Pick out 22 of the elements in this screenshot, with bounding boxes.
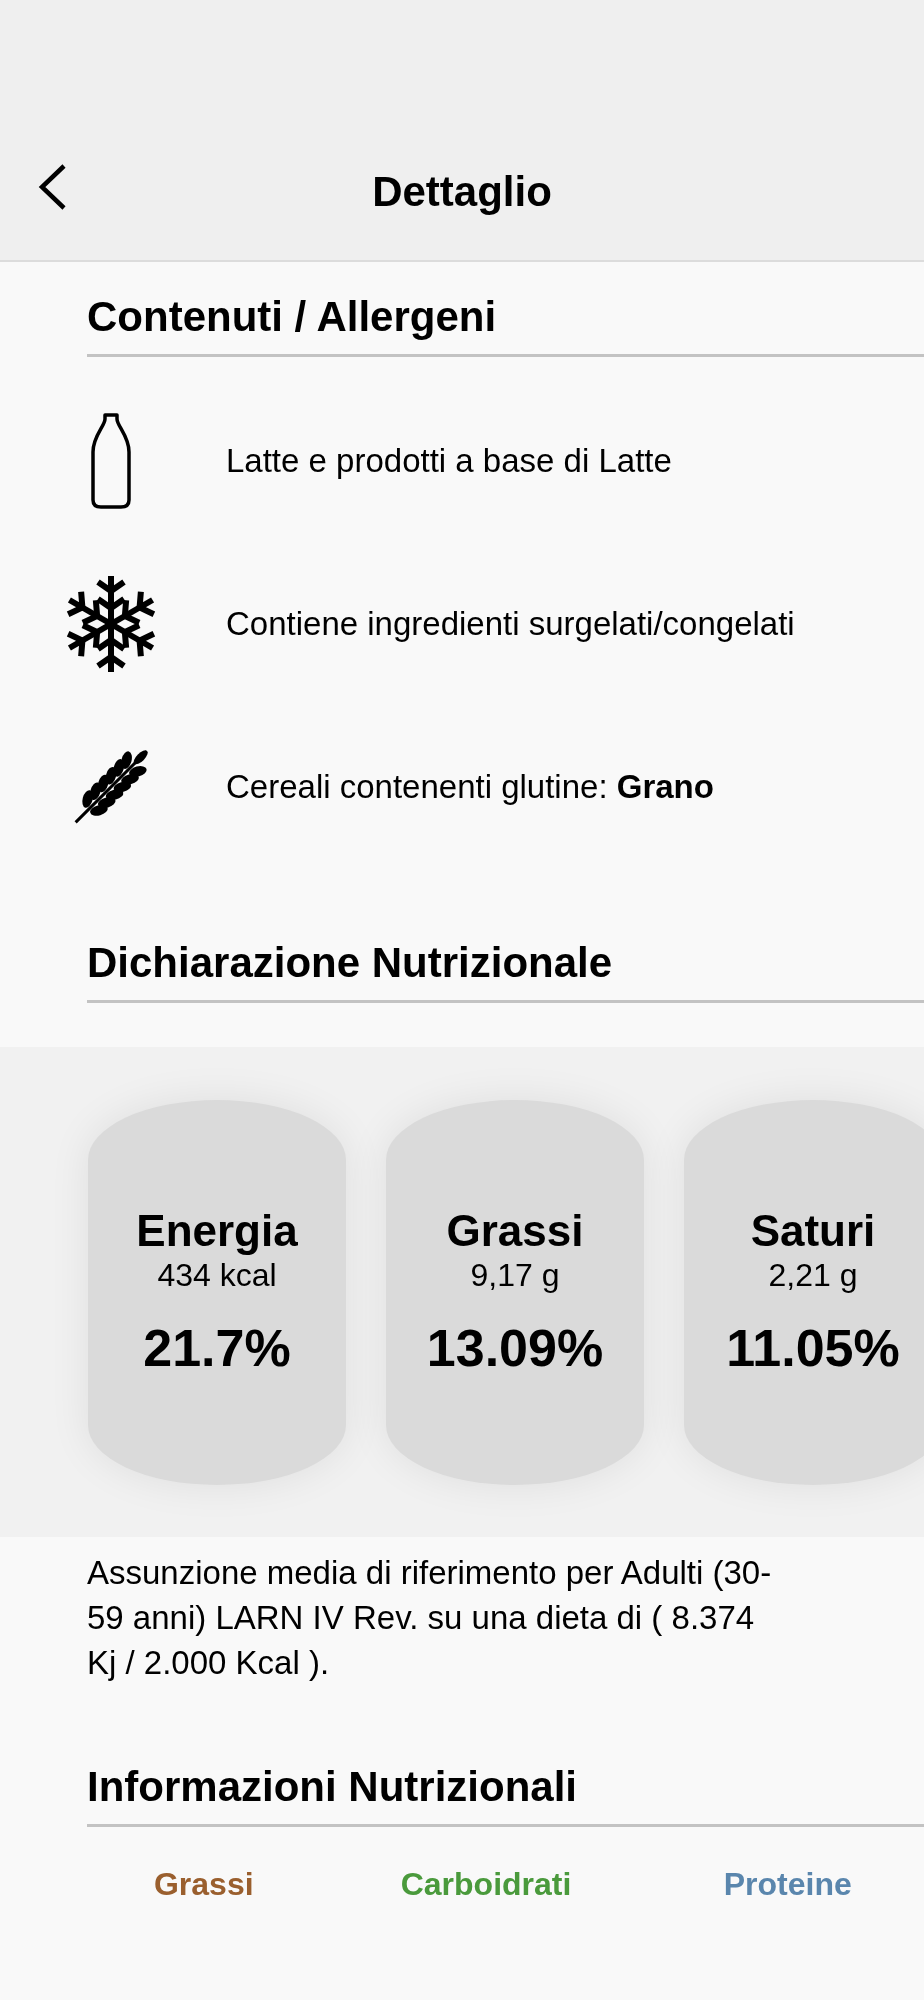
nutrient-percent: 21.7% (143, 1320, 291, 1378)
allergen-text: Latte e prodotti a base di Latte (225, 440, 672, 481)
screen-title: Dettaglio (372, 168, 552, 215)
nutrient-amount: 434 kcal (157, 1255, 277, 1295)
nutrient-name: Energia (136, 1207, 298, 1256)
bottle-icon (89, 411, 133, 510)
nutrient-percent: 13.09% (426, 1320, 604, 1378)
macro-label[interactable]: Grassi (87, 1867, 321, 1903)
section-heading: Informazioni Nutrizionali (87, 1764, 924, 1828)
nutrient-amount: 9,17 g (470, 1255, 560, 1295)
nutrient-percent: 11.05% (726, 1320, 900, 1378)
nutrient-name: Grassi (446, 1207, 584, 1256)
nutrient-amount: 2,21 g (768, 1255, 858, 1295)
reference-note: Assunzione media di riferimento per Adulti (30-59 anni) LARN IV Rev. su una dieta di ( 8.374 Kj / 2.000 Kcal ). (87, 1553, 773, 1684)
macro-label[interactable]: Carboidrati (320, 1867, 652, 1903)
macro-label[interactable]: Proteine (651, 1867, 924, 1903)
snowflake-icon (65, 573, 157, 674)
allergen-text: Cereali contenenti glutine: Grano (225, 766, 714, 807)
section-heading: Contenuti / Allergeni (87, 294, 924, 358)
section-heading: Dichiarazione Nutrizionale (87, 940, 924, 1004)
allergen-text: Contiene ingredienti surgelati/congelati (225, 603, 795, 644)
nutrient-name: Saturi (750, 1207, 876, 1256)
